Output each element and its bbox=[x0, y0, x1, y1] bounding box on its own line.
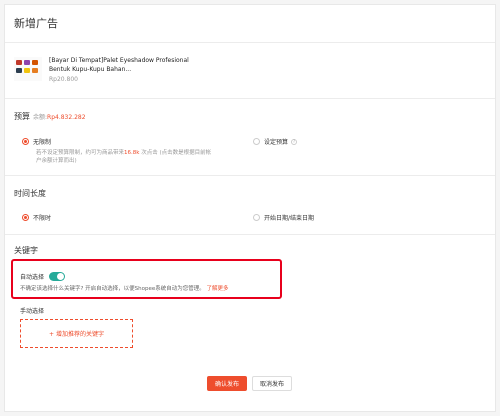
budget-section-title: 预算 余额:Rp4.832.282 bbox=[14, 111, 86, 122]
manual-select-label: 手动选择 bbox=[20, 308, 45, 315]
palette-swatch bbox=[16, 60, 22, 65]
auto-desc-text: 不确定该选择什么关键字? 开启自动选择，以便Shopee系统自动为您管理。 bbox=[20, 286, 205, 292]
duration-title: 时间长度 bbox=[14, 189, 46, 198]
palette-swatch bbox=[24, 60, 30, 65]
radio-unchecked-icon bbox=[253, 138, 260, 145]
toggle-knob bbox=[57, 273, 65, 280]
palette-swatch bbox=[24, 68, 30, 73]
keywords-title: 关键字 bbox=[14, 246, 38, 255]
divider bbox=[5, 42, 495, 43]
budget-title: 预算 bbox=[14, 112, 30, 121]
add-keyword-button[interactable]: + 增加推荐的关键字 bbox=[20, 319, 133, 348]
radio-label: 不限时 bbox=[33, 215, 52, 222]
balance-label: 余额: bbox=[33, 114, 48, 121]
auto-select-description: 不确定该选择什么关键字? 开启自动选择，以便Shopee系统自动为您管理。 了解… bbox=[20, 284, 229, 292]
palette-swatch bbox=[32, 68, 38, 73]
duration-unlimited-radio[interactable]: 不限时 bbox=[22, 213, 51, 222]
hint-text: 若不设定预算限制，约可为商品带来 bbox=[36, 150, 125, 156]
divider bbox=[5, 234, 495, 235]
duration-range-radio[interactable]: 开始日期/结束日期 bbox=[253, 213, 314, 222]
balance-value: Rp4.832.282 bbox=[47, 114, 86, 121]
auto-select-label: 自动选择 bbox=[20, 274, 45, 281]
confirm-publish-button[interactable]: 确认发布 bbox=[207, 376, 247, 391]
budget-set-radio[interactable]: 设定预算 ? bbox=[253, 137, 298, 146]
page-title: 新增广告 bbox=[14, 17, 58, 30]
product-price: Rp20.800 bbox=[49, 76, 78, 83]
auto-select-row: 自动选择 bbox=[20, 272, 66, 281]
divider bbox=[5, 175, 495, 176]
ad-form-card: 新增广告 [Bayar Di Tempat]Palet Eyeshadow Pr… bbox=[4, 4, 496, 412]
divider bbox=[5, 98, 495, 99]
product-thumbnail bbox=[14, 57, 42, 81]
learn-more-link[interactable]: 了解更多 bbox=[207, 286, 229, 292]
radio-label: 设定预算 bbox=[264, 139, 289, 146]
radio-checked-icon bbox=[22, 214, 29, 221]
budget-unlimited-radio[interactable]: 无限制 bbox=[22, 137, 51, 146]
palette-swatch bbox=[32, 60, 38, 65]
auto-select-toggle[interactable] bbox=[49, 272, 66, 281]
budget-hint: 若不设定预算限制，约可为商品带来16.8k 次点击 (点击数是根据目前帐户余额计… bbox=[36, 149, 216, 165]
help-icon[interactable]: ? bbox=[291, 138, 298, 145]
palette-swatch bbox=[16, 68, 22, 73]
product-name: [Bayar Di Tempat]Palet Eyeshadow Profesi… bbox=[49, 57, 189, 73]
radio-checked-icon bbox=[22, 138, 29, 145]
radio-label: 开始日期/结束日期 bbox=[264, 215, 315, 222]
cancel-publish-button[interactable]: 取消发布 bbox=[252, 376, 292, 391]
hint-clicks: 16.8k bbox=[124, 150, 140, 156]
radio-label: 无限制 bbox=[33, 139, 52, 146]
radio-unchecked-icon bbox=[253, 214, 260, 221]
